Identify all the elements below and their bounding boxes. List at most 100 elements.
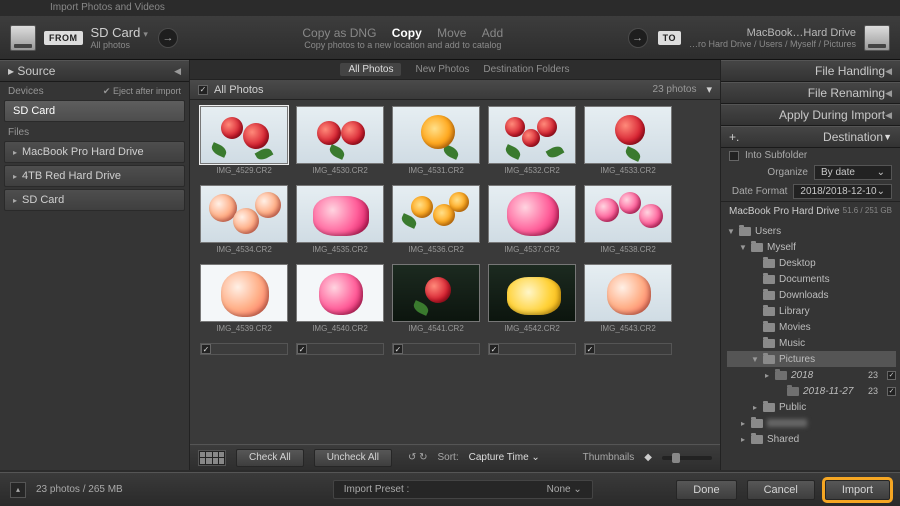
check-all-button[interactable]: Check All (236, 449, 304, 467)
tree-item[interactable]: Music (779, 338, 805, 349)
folder-icon (763, 259, 775, 268)
date-format-label: Date Format (732, 186, 788, 197)
thumbnail-cell[interactable]: ✓ (392, 343, 480, 355)
thumbnail-filename: IMG_4532.CR2 (488, 166, 576, 177)
thumb-checkbox[interactable]: ✓ (489, 344, 499, 354)
sort-label: Sort: (437, 452, 458, 463)
thumbnail-filename: IMG_4536.CR2 (392, 245, 480, 256)
thumbnail-cell[interactable]: ✓IMG_4543.CR2 (584, 264, 672, 335)
drive-sd[interactable]: ▸SD Card (4, 189, 185, 211)
center-toolbar: Check All Uncheck All ↺ ↻ Sort: Capture … (190, 444, 720, 470)
mode-add[interactable]: Add (482, 26, 503, 40)
source-sub: All photos (91, 40, 148, 50)
thumbnail-filename: IMG_4537.CR2 (488, 245, 576, 256)
cancel-button[interactable]: Cancel (747, 480, 815, 500)
thumbnail-cell[interactable]: ✓IMG_4529.CR2 (200, 106, 288, 177)
thumbnail-cell[interactable]: ✓ (488, 343, 576, 355)
thumb-checkbox[interactable]: ✓ (393, 344, 403, 354)
thumbnail-size-slider[interactable] (662, 456, 712, 460)
import-preset[interactable]: Import Preset : None ⌄ (333, 480, 593, 499)
year-checkbox[interactable]: ✓ (887, 371, 896, 380)
dest-sub: …ro Hard Drive / Users / Myself / Pictur… (689, 39, 856, 49)
thumbnail-cell[interactable]: ✓IMG_4542.CR2 (488, 264, 576, 335)
section-apply-during-import[interactable]: Apply During Import (779, 108, 885, 122)
thumbnail-cell[interactable]: ✓IMG_4534.CR2 (200, 185, 288, 256)
mode-move[interactable]: Move (437, 26, 466, 40)
eject-after-import[interactable]: Eject after import (113, 86, 181, 96)
dest-name[interactable]: MacBook…Hard Drive (747, 27, 856, 39)
thumbnail-filename: IMG_4539.CR2 (200, 324, 288, 335)
left-panel: ▸ Source◀ Devices ✔ Eject after import S… (0, 60, 190, 470)
device-sd-card[interactable]: SD Card (4, 100, 185, 122)
thumbnail-filename: IMG_4535.CR2 (296, 245, 384, 256)
thumbnail-cell[interactable]: ✓IMG_4532.CR2 (488, 106, 576, 177)
thumbnail-cell[interactable]: ✓ (200, 343, 288, 355)
folder-icon (763, 307, 775, 316)
drive-macbook[interactable]: ▸MacBook Pro Hard Drive (4, 141, 185, 163)
thumbnail-cell[interactable]: ✓IMG_4530.CR2 (296, 106, 384, 177)
arrow-right-icon[interactable]: → (628, 28, 648, 48)
done-button[interactable]: Done (676, 480, 736, 500)
thumbnail-cell[interactable]: ✓IMG_4541.CR2 (392, 264, 480, 335)
into-subfolder-label: Into Subfolder (745, 150, 807, 161)
mode-description: Copy photos to a new location and add to… (188, 40, 618, 50)
tab-destination-folders[interactable]: Destination Folders (483, 64, 569, 75)
import-modes[interactable]: Copy as DNG Copy Move Add (188, 26, 618, 40)
thumbnail-cell[interactable]: ✓IMG_4536.CR2 (392, 185, 480, 256)
drive-4tb[interactable]: ▸4TB Red Hard Drive (4, 165, 185, 187)
thumbnail-cell[interactable]: ✓IMG_4537.CR2 (488, 185, 576, 256)
folder-tree[interactable]: ▼Users ▼Myself DesktopDocumentsDownloads… (721, 221, 900, 451)
tab-all-photos[interactable]: All Photos (340, 63, 401, 76)
source-name[interactable]: SD Card (91, 25, 141, 40)
folder-icon (763, 403, 775, 412)
thumbnail-cell[interactable]: ✓IMG_4540.CR2 (296, 264, 384, 335)
folder-icon (763, 323, 775, 332)
thumbnail-grid[interactable]: ✓IMG_4529.CR2✓IMG_4530.CR2✓IMG_4531.CR2✓… (190, 100, 720, 444)
section-file-renaming[interactable]: File Renaming (808, 86, 885, 100)
mode-copy-as-dng[interactable]: Copy as DNG (302, 26, 376, 40)
uncheck-all-button[interactable]: Uncheck All (314, 449, 392, 467)
thumb-checkbox[interactable]: ✓ (201, 344, 211, 354)
thumbnail-filename: IMG_4530.CR2 (296, 166, 384, 177)
thumbnail-cell[interactable]: ✓IMG_4533.CR2 (584, 106, 672, 177)
source-header[interactable]: Source (17, 64, 55, 78)
thumb-checkbox[interactable]: ✓ (297, 344, 307, 354)
arrow-right-icon[interactable]: → (158, 28, 178, 48)
thumbnail-cell[interactable]: ✓IMG_4535.CR2 (296, 185, 384, 256)
folder-icon (751, 243, 763, 252)
sort-value[interactable]: Capture Time ⌄ (469, 452, 540, 463)
section-destination[interactable]: Destination (823, 130, 883, 144)
grid-view-icon[interactable] (198, 450, 226, 466)
grid-header: All Photos (214, 84, 264, 96)
from-badge: FROM (44, 31, 83, 45)
tree-pictures[interactable]: Pictures (779, 354, 815, 365)
thumbnail-cell[interactable]: ✓IMG_4531.CR2 (392, 106, 480, 177)
tree-item[interactable]: Library (779, 306, 810, 317)
thumbnail-cell[interactable]: ✓IMG_4539.CR2 (200, 264, 288, 335)
rotate-icon[interactable]: ↺ ↻ (408, 452, 428, 463)
center-panel: All Photos New Photos Destination Folder… (190, 60, 720, 470)
center-tabs[interactable]: All Photos New Photos Destination Folder… (190, 60, 720, 80)
tree-item[interactable]: Desktop (779, 258, 816, 269)
tree-item[interactable]: Documents (779, 274, 830, 285)
thumb-checkbox[interactable]: ✓ (585, 344, 595, 354)
date-checkbox[interactable]: ✓ (887, 387, 896, 396)
tree-item[interactable]: Movies (779, 322, 811, 333)
tab-new-photos[interactable]: New Photos (415, 64, 469, 75)
thumbnail-cell[interactable]: ✓IMG_4538.CR2 (584, 185, 672, 256)
section-file-handling[interactable]: File Handling (815, 64, 885, 78)
folder-icon (763, 339, 775, 348)
organize-select[interactable]: By date⌄ (814, 165, 892, 180)
folder-icon (775, 371, 787, 380)
tree-item[interactable]: Downloads (779, 290, 828, 301)
thumbnail-cell[interactable]: ✓ (296, 343, 384, 355)
into-subfolder-checkbox[interactable] (729, 151, 739, 161)
mode-copy[interactable]: Copy (392, 26, 422, 40)
thumbnail-cell[interactable]: ✓ (584, 343, 672, 355)
devices-label: Devices (8, 86, 44, 97)
bottom-bar: ▴ 23 photos / 265 MB Import Preset : Non… (0, 472, 900, 506)
date-format-select[interactable]: 2018/2018-12-10⌄ (793, 184, 892, 199)
import-button[interactable]: Import (825, 480, 890, 500)
select-all-checkbox[interactable]: ✓ (198, 85, 208, 95)
expand-icon[interactable]: ▴ (10, 482, 26, 498)
